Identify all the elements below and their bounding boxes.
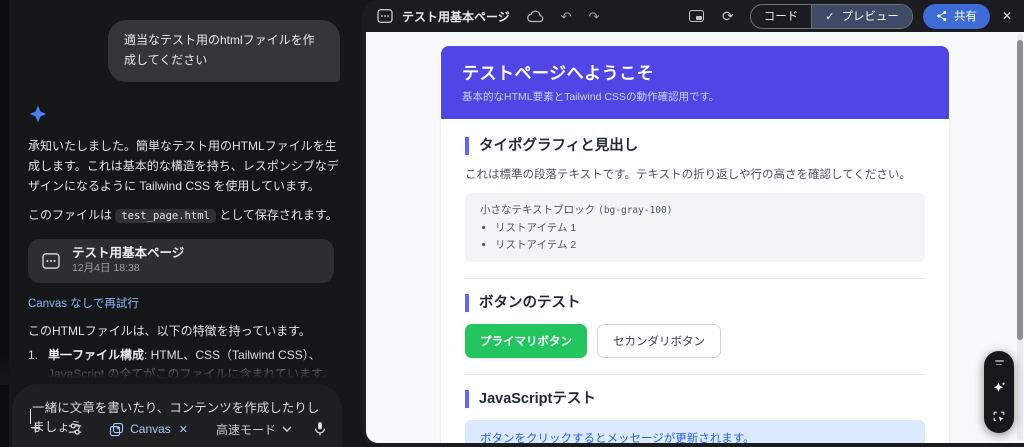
chat-scroll-area[interactable]: 適当なテスト用のhtmlファイルを作成してください 承知いたしました。簡単なテス… [28, 0, 340, 447]
file-sentence-prefix: このファイルは [28, 207, 116, 222]
preview-header: テスト用基本ページ ↶ ↷ ⟳ コード ✓ プレビュー 共有 ✕ [362, 0, 1024, 32]
window-edge [0, 0, 9, 447]
artifact-card[interactable]: テスト用基本ページ 12月4日 18:38 [28, 238, 334, 283]
microphone-icon[interactable] [312, 421, 328, 437]
artifact-title: テスト用基本ページ [72, 246, 185, 261]
mode-label: 高速モード [215, 422, 276, 437]
canvas-preview-panel: テスト用基本ページ ↶ ↷ ⟳ コード ✓ プレビュー 共有 ✕ テストページへよ… [362, 0, 1024, 447]
preview-document-title: テスト用基本ページ [402, 9, 510, 24]
divider [465, 374, 925, 375]
features-intro: このHTMLファイルは、以下の特徴を持っています。 [28, 323, 311, 338]
retry-without-canvas-link[interactable]: Canvas なしで再試行 [28, 295, 139, 311]
list-number: 1. [28, 347, 39, 362]
file-name-chip: test_page.html [115, 208, 216, 223]
list-item: 1. 単一ファイル構成: HTML、CSS（Tailwind CSS）、Java… [28, 346, 340, 384]
list-item: リストアイテム 1 [495, 220, 910, 235]
secondary-button[interactable]: セカンダリボタン [597, 324, 721, 358]
share-button[interactable]: 共有 [922, 3, 990, 29]
rendered-page: テストページへようこそ 基本的なHTML要素とTailwind CSSの動作確認… [441, 46, 949, 443]
artifact-timestamp: 12月4日 18:38 [72, 262, 140, 275]
tab-code[interactable]: コード [751, 4, 813, 28]
user-message-row: 適当なテスト用のhtmlファイルを作成してください [28, 20, 340, 82]
file-sentence-suffix: として保存されます。 [215, 207, 338, 222]
composer[interactable]: 一緒に文章を書いたり、コンテンツを作成したりしましょう + Canvas ✕ 高… [12, 384, 342, 447]
code-preview-toggle: コード ✓ プレビュー [749, 3, 913, 29]
picture-in-picture-icon[interactable] [688, 10, 704, 22]
gray-box-code: (bg-gray-100) [598, 205, 673, 216]
refresh-icon[interactable]: ⟳ [722, 8, 734, 25]
preview-content: テストページへようこそ 基本的なHTML要素とTailwind CSSの動作確認… [366, 32, 1024, 443]
primary-button[interactable]: プライマリボタン [465, 324, 587, 358]
typography-paragraph: これは標準の段落テキストです。テキストの折り返しや行の高さを確認してください。 [465, 169, 911, 181]
canvas-chip-close-icon[interactable]: ✕ [179, 423, 188, 436]
js-message-box: ボタンをクリックするとメッセージが更新されます。 [465, 420, 925, 443]
list-item-title: 単一ファイル構成 [48, 347, 145, 362]
tab-preview-label: プレビュー [841, 11, 899, 23]
model-mode-selector[interactable]: 高速モード [216, 421, 292, 438]
artifact-icon [42, 252, 60, 269]
menu-lines-icon[interactable] [994, 360, 1004, 365]
preview-header-actions: ⟳ コード ✓ プレビュー 共有 ✕ [688, 3, 1012, 29]
section-heading-javascript: JavaScriptテスト [465, 390, 925, 408]
tab-preview[interactable]: ✓ プレビュー [812, 4, 912, 28]
page-card-body: タイポグラフィと見出し これは標準の段落テキストです。テキストの折り返しや行の高… [441, 119, 949, 443]
chevron-down-icon [282, 426, 292, 432]
assistant-paragraph-intro: 承知いたしました。簡単なテスト用のHTMLファイルを生成します。これは基本的な構… [28, 138, 339, 193]
list-item: リストアイテム 2 [495, 237, 910, 252]
check-icon: ✓ [825, 10, 835, 23]
user-message-bubble: 適当なテスト用のhtmlファイルを作成してください [108, 20, 340, 82]
hero-title: テストページへようこそ [462, 64, 655, 83]
artifact-icon [377, 9, 393, 23]
redo-icon[interactable]: ↷ [589, 10, 600, 23]
canvas-mode-chip[interactable]: Canvas ✕ [109, 422, 188, 437]
close-icon[interactable]: ✕ [1002, 9, 1012, 23]
list-item-text: 単一ファイル構成: HTML、CSS（Tailwind CSS）、JavaScr… [48, 346, 340, 384]
export-cloud-icon[interactable] [526, 10, 544, 23]
section-heading-buttons: ボタンのテスト [465, 294, 925, 312]
gray-box-label: 小さなテキストブロック [480, 204, 599, 216]
assistant-paragraph-file: このファイルは test_page.html として保存されます。 [28, 205, 342, 226]
buttons-row: プライマリボタン セカンダリボタン [465, 324, 925, 358]
sparkle-icon[interactable] [993, 381, 1006, 394]
page-hero: テストページへようこそ 基本的なHTML要素とTailwind CSSの動作確認… [441, 46, 949, 119]
hero-subtitle: 基本的なHTML要素とTailwind CSSの動作確認用です。 [462, 91, 720, 103]
undo-icon[interactable]: ↶ [561, 10, 572, 23]
scrollbar-thumb[interactable] [1017, 40, 1023, 340]
canvas-icon [110, 422, 124, 436]
gray-text-block: 小さなテキストブロック (bg-gray-100) リストアイテム 1 リストア… [465, 193, 925, 262]
chat-panel: 適当なテスト用のhtmlファイルを作成してください 承知いたしました。簡単なテス… [0, 0, 362, 447]
select-area-icon[interactable] [992, 410, 1006, 424]
gemini-sparkle-icon [28, 104, 48, 124]
tools-icon[interactable] [67, 421, 83, 437]
add-attachment-button[interactable]: + [30, 419, 41, 438]
share-button-label: 共有 [953, 11, 977, 23]
section-heading-typography: タイポグラフィと見出し [465, 137, 925, 155]
gray-box-list: リストアイテム 1 リストアイテム 2 [480, 220, 910, 252]
share-icon [937, 10, 947, 22]
floating-assist-pill[interactable] [984, 351, 1014, 433]
composer-toolbar: + Canvas ✕ 高速モード [30, 419, 328, 438]
divider [465, 278, 925, 279]
artifact-card-text: テスト用基本ページ 12月4日 18:38 [72, 246, 184, 275]
canvas-chip-label: Canvas [130, 422, 171, 436]
